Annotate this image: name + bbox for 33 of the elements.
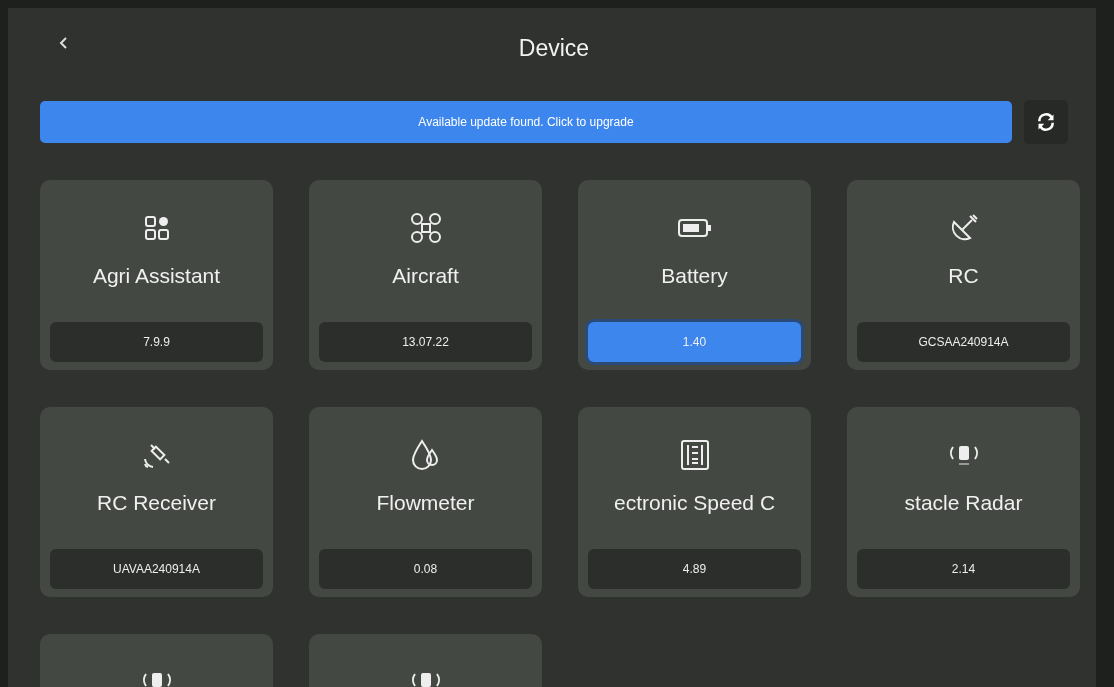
device-card[interactable]: ectronic Speed C 4.89 [578, 407, 811, 597]
device-card[interactable]: Flowmeter 0.08 [309, 407, 542, 597]
version-pill: 4.89 [588, 549, 801, 589]
device-card[interactable]: RC Receiver UAVAA240914A [40, 407, 273, 597]
version-pill: UAVAA240914A [50, 549, 263, 589]
device-card[interactable]: RC GCSAA240914A [847, 180, 1080, 370]
drone-icon [409, 212, 442, 244]
version-pill: 7.9.9 [50, 322, 263, 362]
device-name: Agri Assistant [92, 264, 221, 288]
device-name: stacle Radar [904, 491, 1023, 515]
circuit-board-icon [679, 439, 710, 471]
version-pill: 13.07.22 [319, 322, 532, 362]
device-name: RC [948, 264, 979, 288]
device-name: ectronic Speed C [613, 491, 776, 515]
version-pill: 1.40 [588, 322, 801, 362]
device-name: Battery [661, 264, 728, 288]
device-name: Aircraft [392, 264, 459, 288]
device-card[interactable]: Aircraft 13.07.22 [309, 180, 542, 370]
refresh-icon [1036, 112, 1056, 132]
version-pill: 0.08 [319, 549, 532, 589]
device-card[interactable]: Agri Assistant 7.9.9 [40, 180, 273, 370]
battery-icon [676, 218, 713, 238]
version-pill: 2.14 [857, 549, 1070, 589]
version-pill: GCSAA240914A [857, 322, 1070, 362]
device-card[interactable]: Battery 1.40 [578, 180, 811, 370]
device-name: RC Receiver [97, 491, 216, 515]
update-banner[interactable]: Available update found. Click to upgrade [40, 101, 1012, 143]
refresh-button[interactable] [1024, 100, 1068, 144]
back-icon [58, 36, 68, 50]
device-name: Flowmeter [376, 491, 475, 515]
apps-icon [143, 215, 170, 241]
page-title: Device [518, 34, 590, 62]
device-card[interactable]: stacle Radar 2.14 [847, 407, 1080, 597]
